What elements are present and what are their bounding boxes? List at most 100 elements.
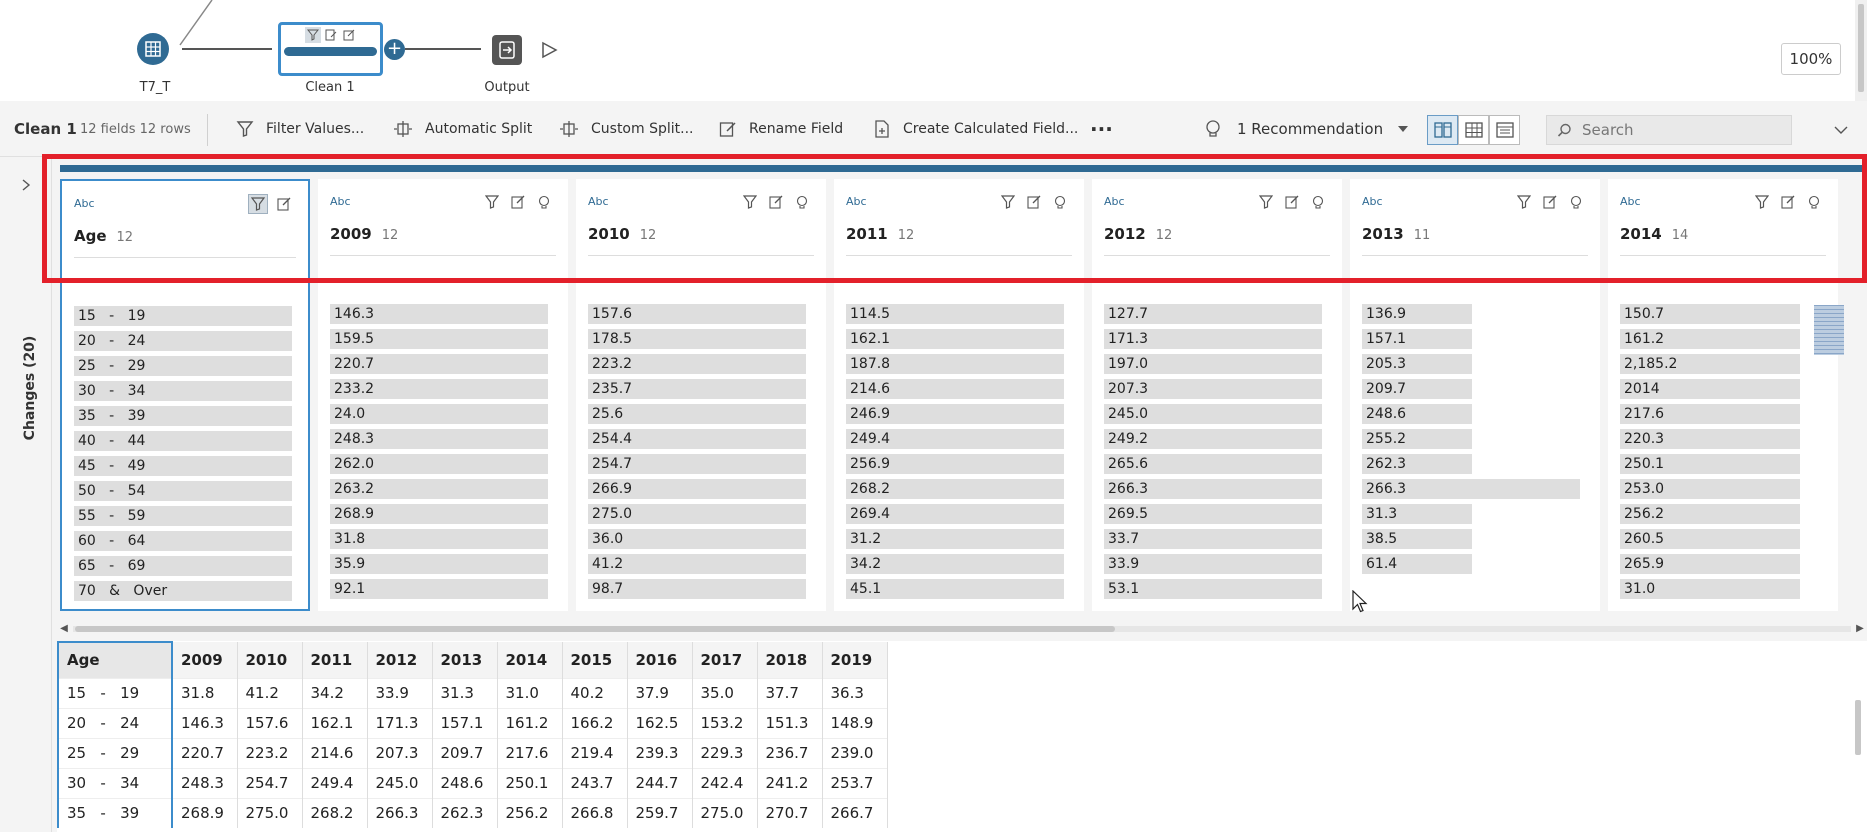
table-cell[interactable]: 37.7 <box>757 677 823 708</box>
edit-icon[interactable] <box>1024 192 1044 212</box>
profile-value[interactable]: 161.2 <box>1620 329 1664 349</box>
profile-value[interactable]: 150.7 <box>1620 304 1664 324</box>
profile-card-Age[interactable]: Abc Age 12 15 - 19 20 - 24 25 - 29 30 - 34 35 -… <box>60 179 310 611</box>
table-cell[interactable]: 248.3 <box>172 767 238 798</box>
field-name[interactable]: 2011 12 <box>846 225 914 243</box>
profile-value[interactable]: 33.7 <box>1104 529 1139 549</box>
profile-value[interactable]: 260.5 <box>1620 529 1664 549</box>
edit-icon[interactable] <box>1778 192 1798 212</box>
lightbulb-icon[interactable] <box>1308 192 1328 212</box>
table-cell[interactable]: 31.0 <box>497 677 563 708</box>
column-header-2011[interactable]: 2011 <box>302 642 368 678</box>
profile-value[interactable]: 254.4 <box>588 429 632 449</box>
field-name[interactable]: 2010 12 <box>588 225 656 243</box>
lightbulb-icon[interactable] <box>1566 192 1586 212</box>
profile-value[interactable]: 250.1 <box>1620 454 1664 474</box>
lightbulb-icon[interactable] <box>1804 192 1824 212</box>
profile-value[interactable]: 24.0 <box>330 404 365 424</box>
table-cell[interactable]: 209.7 <box>432 737 498 768</box>
field-name[interactable]: Age 12 <box>74 227 133 245</box>
table-cell[interactable]: 268.9 <box>172 797 238 828</box>
profile-value[interactable]: 178.5 <box>588 329 632 349</box>
column-header-2019[interactable]: 2019 <box>822 642 888 678</box>
profile-value[interactable]: 254.7 <box>588 454 632 474</box>
profile-value[interactable]: 162.1 <box>846 329 890 349</box>
profile-value[interactable]: 50 - 54 <box>74 481 145 501</box>
lightbulb-icon[interactable] <box>792 192 812 212</box>
collapse-chevron-icon[interactable] <box>1830 119 1852 141</box>
table-cell[interactable]: 157.1 <box>432 707 498 738</box>
profile-card-2009[interactable]: Abc 2009 12 146.3 159.5 220.7 233.2 24.0 248.3 26… <box>318 179 568 611</box>
profile-value[interactable]: 41.2 <box>588 554 623 574</box>
table-cell[interactable]: 34.2 <box>302 677 368 708</box>
field-name[interactable]: 2012 12 <box>1104 225 1172 243</box>
table-cell[interactable]: 162.1 <box>302 707 368 738</box>
lightbulb-icon[interactable] <box>534 192 554 212</box>
profile-value[interactable]: 266.9 <box>588 479 632 499</box>
profile-value[interactable]: 269.5 <box>1104 504 1148 524</box>
profile-value[interactable]: 197.0 <box>1104 354 1148 374</box>
profile-value[interactable]: 92.1 <box>330 579 365 599</box>
profile-value[interactable]: 31.3 <box>1362 504 1397 524</box>
changes-label[interactable]: Changes (20) <box>22 336 38 441</box>
profile-value[interactable]: 35.9 <box>330 554 365 574</box>
profile-value[interactable]: 255.2 <box>1362 429 1406 449</box>
table-cell[interactable]: 250.1 <box>497 767 563 798</box>
create-calculated-field-button[interactable]: Create Calculated Field... <box>873 101 1078 157</box>
profile-value[interactable]: 249.4 <box>846 429 890 449</box>
profile-value[interactable]: 269.4 <box>846 504 890 524</box>
filter-icon[interactable] <box>998 192 1018 212</box>
profile-value[interactable]: 127.7 <box>1104 304 1148 324</box>
table-cell[interactable]: 241.2 <box>757 767 823 798</box>
profile-value[interactable]: 31.2 <box>846 529 881 549</box>
edit-icon[interactable] <box>1282 192 1302 212</box>
custom-split-button[interactable]: Custom Split... <box>559 101 693 157</box>
table-cell[interactable]: 157.6 <box>237 707 303 738</box>
table-cell[interactable]: 275.0 <box>237 797 303 828</box>
profile-value[interactable]: 256.2 <box>1620 504 1664 524</box>
rename-field-button[interactable]: Rename Field <box>719 101 843 157</box>
profile-value[interactable]: 25 - 29 <box>74 356 145 376</box>
table-cell[interactable]: 151.3 <box>757 707 823 738</box>
profile-value[interactable]: 214.6 <box>846 379 890 399</box>
profile-value[interactable]: 98.7 <box>588 579 623 599</box>
table-cell[interactable]: 254.7 <box>237 767 303 798</box>
automatic-split-button[interactable]: Automatic Split <box>393 101 532 157</box>
table-cell[interactable]: 256.2 <box>497 797 563 828</box>
table-cell[interactable]: 248.6 <box>432 767 498 798</box>
table-cell[interactable]: 229.3 <box>692 737 758 768</box>
card-mini-scrollbar[interactable] <box>1814 305 1844 355</box>
profile-value[interactable]: 265.6 <box>1104 454 1148 474</box>
edit-icon[interactable] <box>1540 192 1560 212</box>
edit-icon[interactable] <box>274 194 294 214</box>
table-cell[interactable]: 161.2 <box>497 707 563 738</box>
table-cell[interactable]: 166.2 <box>562 707 628 738</box>
profile-value[interactable]: 34.2 <box>846 554 881 574</box>
field-name[interactable]: 2014 14 <box>1620 225 1688 243</box>
profile-value[interactable]: 25.6 <box>588 404 623 424</box>
zoom-level[interactable]: 100% <box>1781 43 1841 75</box>
profile-value[interactable]: 209.7 <box>1362 379 1406 399</box>
profile-view-button[interactable] <box>1427 115 1458 145</box>
profile-value[interactable]: 36.0 <box>588 529 623 549</box>
profile-value[interactable]: 55 - 59 <box>74 506 145 526</box>
profile-value[interactable]: 256.9 <box>846 454 890 474</box>
profile-value[interactable]: 268.2 <box>846 479 890 499</box>
table-cell[interactable]: 20 - 24 <box>57 707 173 738</box>
profile-value[interactable]: 248.3 <box>330 429 374 449</box>
list-view-button[interactable] <box>1489 115 1520 145</box>
profile-value[interactable]: 263.2 <box>330 479 374 499</box>
table-cell[interactable]: 266.3 <box>367 797 433 828</box>
profile-value[interactable]: 65 - 69 <box>74 556 145 576</box>
profile-value[interactable]: 253.0 <box>1620 479 1664 499</box>
table-cell[interactable]: 266.7 <box>822 797 888 828</box>
column-header-2009[interactable]: 2009 <box>172 642 238 678</box>
profile-value[interactable]: 20 - 24 <box>74 331 145 351</box>
profile-card-2014[interactable]: Abc 2014 14 150.7 161.2 2,185.2 2014 217.6 220.3… <box>1608 179 1838 611</box>
profile-value[interactable]: 70 & Over <box>74 581 167 601</box>
profile-card-2012[interactable]: Abc 2012 12 127.7 171.3 197.0 207.3 245.0 249.2 2… <box>1092 179 1342 611</box>
flow-scrollbar-thumb[interactable] <box>1858 4 1864 92</box>
profile-value[interactable]: 207.3 <box>1104 379 1148 399</box>
column-header-2018[interactable]: 2018 <box>757 642 823 678</box>
filter-values-button[interactable]: Filter Values... <box>236 101 364 157</box>
